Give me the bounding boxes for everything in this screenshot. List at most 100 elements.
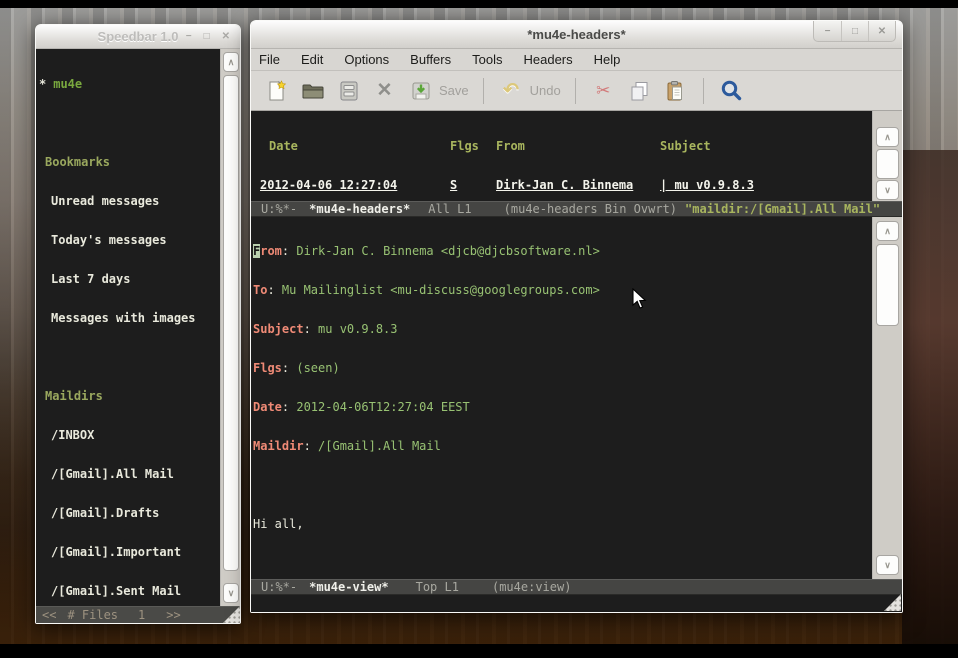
sidebar-item-inbox[interactable]: /INBOX bbox=[38, 429, 220, 442]
field-sep: : bbox=[304, 322, 318, 336]
scroll-up-icon[interactable]: ∧ bbox=[223, 52, 239, 72]
column-subject[interactable]: Subject bbox=[660, 140, 711, 153]
close-buffer-button[interactable]: ✕ bbox=[371, 77, 398, 104]
menu-buffers[interactable]: Buffers bbox=[410, 52, 451, 67]
headers-scrollbar-thumb[interactable] bbox=[876, 149, 899, 179]
speedbar-files-label: # Files bbox=[67, 607, 118, 623]
toolbar-separator bbox=[575, 78, 576, 104]
scroll-down-icon[interactable]: ∨ bbox=[876, 180, 899, 200]
close-icon: ✕ bbox=[878, 26, 886, 37]
sidebar-item-drafts[interactable]: /[Gmail].Drafts bbox=[38, 507, 220, 520]
scroll-up-icon[interactable]: ∧ bbox=[876, 127, 899, 147]
modeline-buffer-name[interactable]: *mu4e-headers* bbox=[309, 202, 410, 216]
modeline-flags: U:%*- bbox=[261, 202, 297, 216]
column-date[interactable]: Date bbox=[269, 140, 450, 153]
cell-from: Dirk-Jan C. Binnema bbox=[496, 179, 660, 192]
maximize-icon[interactable]: □ bbox=[204, 31, 210, 42]
cell-date: 2012-04-06 12:27:04 bbox=[260, 179, 450, 192]
field-label: Flgs bbox=[253, 362, 282, 375]
speedbar-window-controls: − □ ✕ bbox=[186, 25, 230, 48]
scroll-down-icon[interactable]: ∨ bbox=[223, 583, 239, 603]
column-from[interactable]: From bbox=[496, 140, 660, 153]
echo-area[interactable] bbox=[251, 595, 902, 612]
speedbar-scrollbar-thumb[interactable] bbox=[223, 75, 239, 571]
speedbar-modeline: << # Files 1 >> bbox=[36, 606, 240, 623]
minimize-button[interactable]: − bbox=[814, 21, 841, 41]
speedbar-scrollbar[interactable]: ∧ ∨ bbox=[220, 49, 240, 606]
headers-scrollbar[interactable]: ∧ ∨ bbox=[872, 111, 902, 201]
open-file-button[interactable] bbox=[299, 77, 326, 104]
menu-headers[interactable]: Headers bbox=[523, 52, 572, 67]
new-file-button[interactable] bbox=[263, 77, 290, 104]
sidebar-item-unread[interactable]: Unread messages bbox=[38, 195, 220, 208]
field-value: 2012-04-06T12:27:04 EEST bbox=[296, 400, 469, 414]
copy-icon bbox=[627, 79, 651, 103]
wallpaper-building bbox=[902, 150, 958, 644]
emacs-window: *mu4e-headers* − □ ✕ File Edit Options B… bbox=[250, 20, 903, 613]
sidebar-item-important[interactable]: /[Gmail].Important bbox=[38, 546, 220, 559]
field-maildir: Maildir: /[Gmail].All Mail bbox=[253, 440, 872, 453]
speedbar-resize-grip[interactable] bbox=[223, 606, 240, 623]
sidebar-item-today[interactable]: Today's messages bbox=[38, 234, 220, 247]
scroll-down-icon[interactable]: ∨ bbox=[876, 555, 899, 575]
body-line bbox=[253, 557, 872, 570]
sidebar-item-last7days[interactable]: Last 7 days bbox=[38, 273, 220, 286]
field-date: Date: 2012-04-06T12:27:04 EEST bbox=[253, 401, 872, 414]
mu4e-headers-buffer: DateFlgsFromSubject 2012-04-06 12:27:04S… bbox=[251, 111, 872, 201]
copy-button[interactable] bbox=[626, 77, 653, 104]
field-value: (seen) bbox=[296, 361, 339, 375]
speedbar-prev-button[interactable]: << bbox=[42, 607, 56, 623]
menu-file[interactable]: File bbox=[259, 52, 280, 67]
field-value: /[Gmail].All Mail bbox=[318, 439, 441, 453]
main-titlebar[interactable]: *mu4e-headers* − □ ✕ bbox=[251, 21, 902, 49]
save-button[interactable] bbox=[407, 77, 434, 104]
speedbar-next-button[interactable]: >> bbox=[166, 607, 180, 623]
minimize-icon[interactable]: − bbox=[186, 31, 192, 42]
menu-bar: File Edit Options Buffers Tools Headers … bbox=[251, 49, 902, 71]
maximize-button[interactable]: □ bbox=[841, 21, 868, 41]
message-scrollbar-thumb[interactable] bbox=[876, 244, 899, 326]
toolbar-separator bbox=[483, 78, 484, 104]
field-label: From bbox=[253, 245, 282, 258]
message-scrollbar[interactable]: ∧ ∨ bbox=[872, 217, 902, 579]
sidebar-item-sentmail[interactable]: /[Gmail].Sent Mail bbox=[38, 585, 220, 598]
modeline-search-query: "maildir:/[Gmail].All Mail" bbox=[685, 202, 880, 216]
cut-button[interactable]: ✂ bbox=[590, 77, 617, 104]
column-flags[interactable]: Flgs bbox=[450, 140, 496, 153]
expand-indicator[interactable]: * bbox=[38, 77, 46, 91]
tool-bar: ✕ Save ↶ Undo ✂ bbox=[251, 71, 902, 111]
dired-button[interactable] bbox=[335, 77, 362, 104]
close-button[interactable]: ✕ bbox=[868, 21, 895, 41]
speedbar-root-mu4e[interactable]: mu4e bbox=[53, 77, 82, 91]
field-to: To: Mu Mailinglist <mu-discuss@googlegro… bbox=[253, 284, 872, 297]
minimize-icon: − bbox=[825, 26, 831, 37]
modeline-buffer-name[interactable]: *mu4e-view* bbox=[309, 580, 388, 594]
field-value: Dirk-Jan C. Binnema <djcb@djcbsoftware.n… bbox=[296, 244, 599, 258]
speedbar-title: Speedbar 1.0 bbox=[98, 29, 179, 44]
speedbar-files-count: 1 bbox=[138, 607, 145, 623]
save-label: Save bbox=[439, 83, 469, 98]
modeline-modes[interactable]: (mu4e:view) bbox=[492, 580, 571, 594]
undo-button[interactable]: ↶ bbox=[498, 77, 525, 104]
sidebar-item-allmail[interactable]: /[Gmail].All Mail bbox=[38, 468, 220, 481]
toolbar-separator bbox=[703, 78, 704, 104]
field-from: From: Dirk-Jan C. Binnema <djcb@djcbsoft… bbox=[253, 245, 872, 258]
search-button[interactable] bbox=[718, 77, 745, 104]
speedbar-titlebar[interactable]: Speedbar 1.0 − □ ✕ bbox=[36, 25, 240, 49]
field-flags: Flgs: (seen) bbox=[253, 362, 872, 375]
menu-tools[interactable]: Tools bbox=[472, 52, 502, 67]
menu-help[interactable]: Help bbox=[594, 52, 621, 67]
menu-edit[interactable]: Edit bbox=[301, 52, 323, 67]
field-sep: : bbox=[282, 361, 296, 375]
headers-modeline: U:%*- *mu4e-headers* All L1 (mu4e-header… bbox=[251, 201, 902, 217]
save-icon bbox=[409, 79, 433, 103]
paste-button[interactable] bbox=[662, 77, 689, 104]
message-row-selected[interactable]: 2012-04-06 12:27:04SDirk-Jan C. Binnema|… bbox=[251, 179, 872, 192]
menu-options[interactable]: Options bbox=[344, 52, 389, 67]
delete-x-icon: ✕ bbox=[377, 79, 393, 102]
sidebar-item-images[interactable]: Messages with images bbox=[38, 312, 220, 325]
close-icon[interactable]: ✕ bbox=[222, 31, 230, 42]
scroll-up-icon[interactable]: ∧ bbox=[876, 221, 899, 241]
modeline-modes[interactable]: (mu4e-headers Bin Ovwrt) bbox=[504, 202, 677, 216]
search-icon bbox=[718, 78, 744, 104]
